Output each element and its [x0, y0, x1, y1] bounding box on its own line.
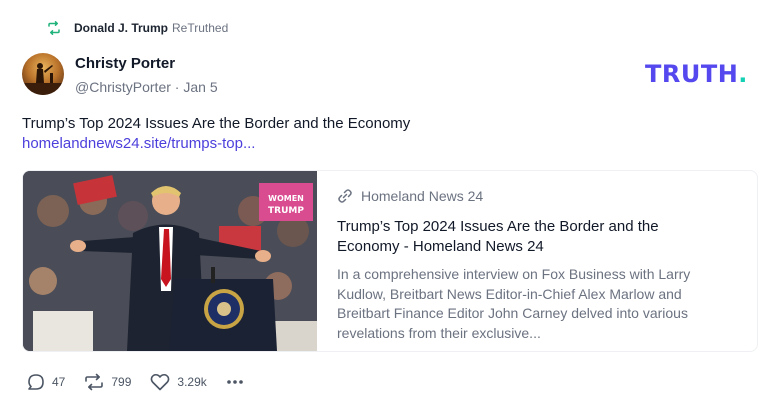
- post-date[interactable]: Jan 5: [183, 79, 217, 95]
- link-icon: [337, 188, 353, 204]
- brand-dot: .: [738, 60, 748, 88]
- link-preview-card[interactable]: WOMEN TRUMP Homeland News 24 Trump’s Top…: [22, 170, 758, 352]
- more-options-button[interactable]: [225, 372, 245, 392]
- post-link[interactable]: homelandnews24.site/trumps-top...: [22, 135, 255, 153]
- like-count: 3.29k: [177, 375, 207, 389]
- retruth-icon: [46, 20, 62, 36]
- preview-description: In a comprehensive interview on Fox Busi…: [337, 266, 691, 341]
- retruth-count: 799: [111, 375, 132, 389]
- reply-button[interactable]: 47: [26, 372, 65, 392]
- like-button[interactable]: 3.29k: [149, 372, 207, 392]
- svg-text:TRUMP: TRUMP: [268, 206, 304, 216]
- heart-icon: [151, 373, 170, 391]
- preview-title[interactable]: Trump’s Top 2024 Issues Are the Border a…: [337, 217, 697, 257]
- preview-image: WOMEN TRUMP: [23, 171, 317, 351]
- sign-women-for-trump: WOMEN: [268, 194, 304, 203]
- preview-source: Homeland News 24: [337, 187, 717, 205]
- avatar-image: [22, 63, 64, 95]
- reply-icon: [28, 374, 44, 390]
- post-author: Christy Porter @ChristyPorter · Jan 5: [75, 55, 218, 96]
- more-icon: [226, 380, 243, 384]
- preview-source-name: Homeland News 24: [361, 188, 484, 204]
- author-name[interactable]: Christy Porter: [75, 55, 218, 73]
- preview-body: Homeland News 24 Trump’s Top 2024 Issues…: [317, 171, 737, 351]
- post-actions: 47 799 3.29k: [26, 372, 245, 392]
- reply-count: 47: [52, 375, 66, 389]
- retruth-button[interactable]: 799: [83, 372, 131, 392]
- truth-logo: TRUTH.: [645, 60, 748, 88]
- author-meta: @ChristyPorter · Jan 5: [75, 79, 218, 96]
- retruth-action: ReTruthed: [172, 21, 229, 35]
- post-text: Trump’s Top 2024 Issues Are the Border a…: [22, 115, 411, 132]
- avatar[interactable]: [22, 53, 64, 95]
- meta-separator: ·: [174, 79, 180, 95]
- brand-name: TRUTH: [645, 60, 739, 88]
- retruth-user[interactable]: Donald J. Trump: [74, 21, 168, 35]
- author-handle[interactable]: @ChristyPorter: [75, 79, 171, 95]
- retruth-action-icon: [85, 373, 104, 391]
- retruth-indicator: Donald J. Trump ReTruthed: [46, 18, 228, 38]
